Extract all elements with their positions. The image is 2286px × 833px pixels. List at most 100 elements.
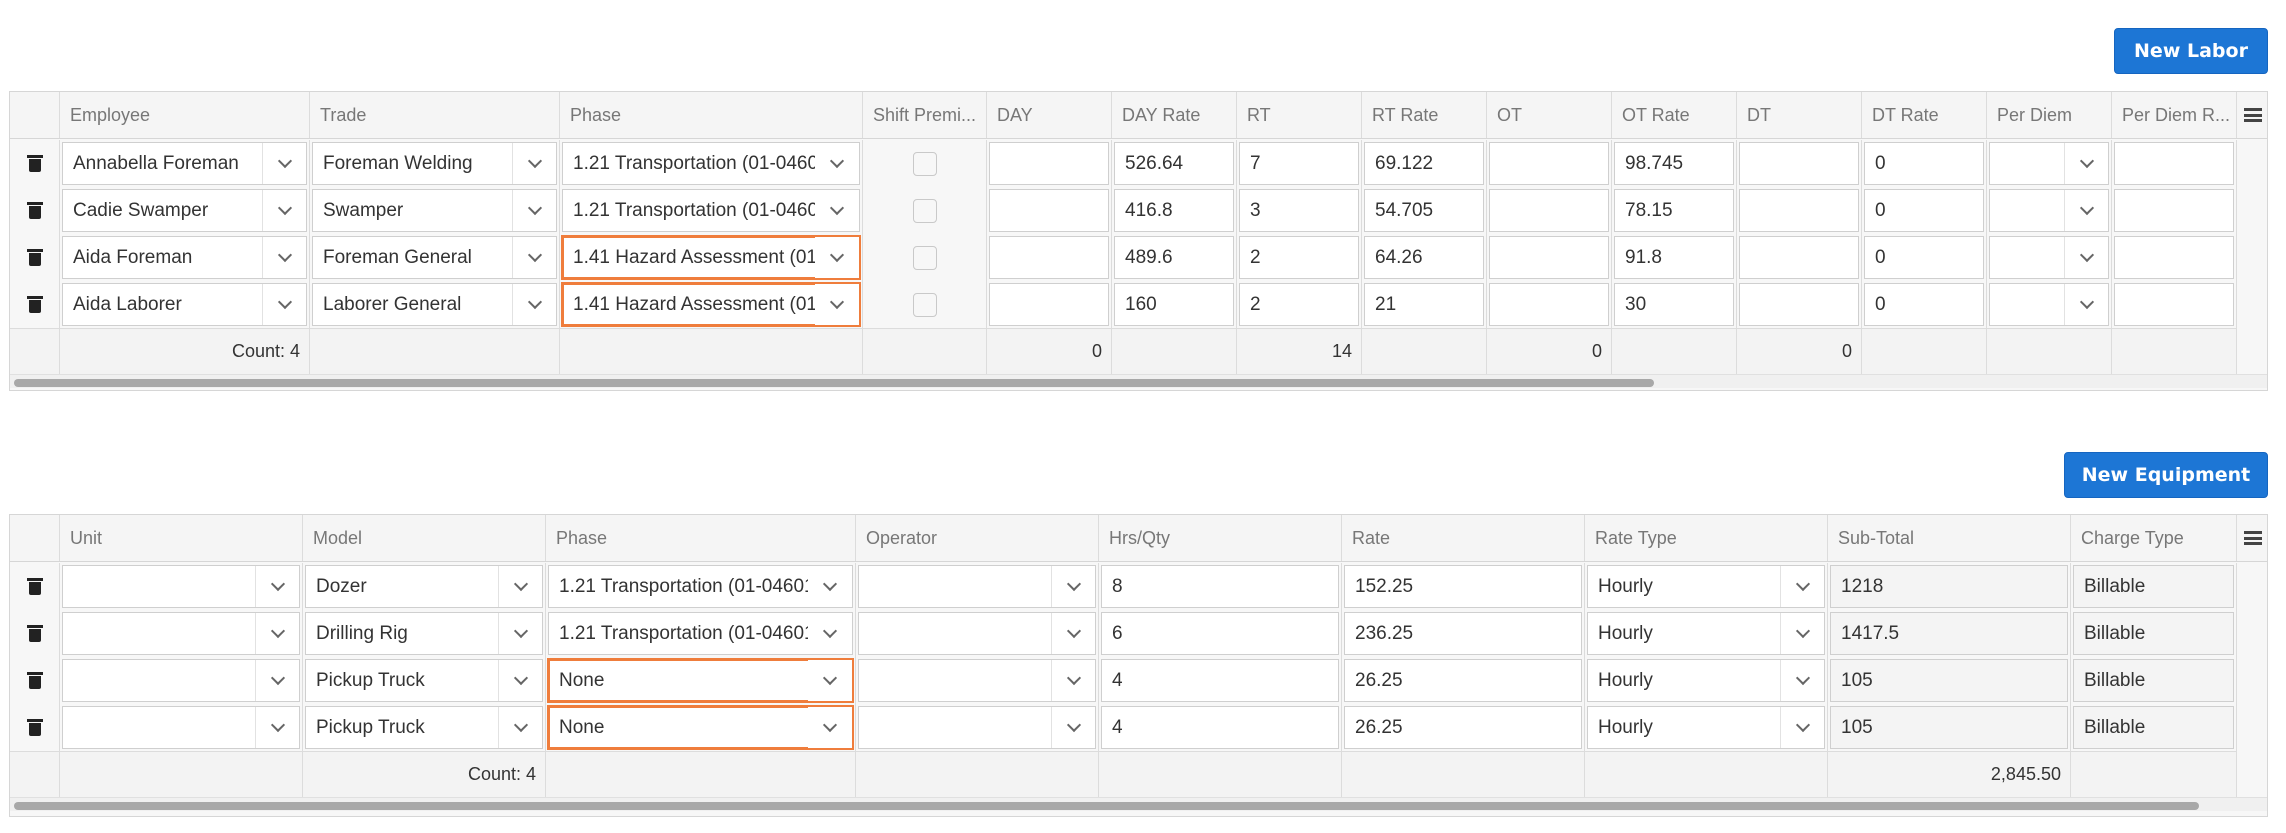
chevron-down-icon[interactable] — [1780, 707, 1824, 748]
column-header[interactable]: OT — [1487, 92, 1612, 138]
column-header[interactable]: Phase — [546, 515, 856, 561]
hrs-qty-input[interactable]: 4 — [1101, 659, 1339, 702]
chevron-down-icon[interactable] — [2064, 190, 2108, 231]
column-header[interactable]: Per Diem — [1987, 92, 2112, 138]
scrollbar-thumb[interactable] — [14, 802, 2199, 810]
column-header[interactable]: Operator — [856, 515, 1099, 561]
column-header[interactable]: Sub-Total — [1828, 515, 2071, 561]
phase-select[interactable]: 1.21 Transportation (01-04601- — [548, 612, 853, 655]
unit-select[interactable] — [62, 659, 300, 702]
trade-select[interactable]: Foreman Welding — [312, 142, 557, 185]
phase-select[interactable]: 1.21 Transportation (01-04601- — [562, 142, 860, 185]
day-rate-input[interactable]: 160 — [1114, 283, 1234, 326]
rt-input[interactable]: 7 — [1239, 142, 1359, 185]
per-diem-rate-input[interactable] — [2114, 283, 2234, 326]
dt-input[interactable] — [1739, 283, 1859, 326]
rt-input[interactable]: 2 — [1239, 283, 1359, 326]
model-select[interactable]: Dozer — [305, 565, 543, 608]
column-header[interactable]: Per Diem R... — [2112, 92, 2237, 138]
column-header[interactable]: Trade — [310, 92, 560, 138]
phase-select[interactable]: 1.41 Hazard Assessment (01- — [561, 282, 861, 327]
column-header[interactable]: Shift Premi... — [863, 92, 987, 138]
column-header[interactable]: DT Rate — [1862, 92, 1987, 138]
delete-row-button[interactable] — [10, 234, 60, 281]
chevron-down-icon[interactable] — [255, 707, 299, 748]
chevron-down-icon[interactable] — [262, 284, 306, 325]
horizontal-scrollbar[interactable] — [10, 374, 2267, 388]
per-diem-rate-input[interactable] — [2114, 236, 2234, 279]
chevron-down-icon[interactable] — [498, 660, 542, 701]
column-header[interactable]: OT Rate — [1612, 92, 1737, 138]
hrs-qty-input[interactable]: 8 — [1101, 565, 1339, 608]
chevron-down-icon[interactable] — [498, 566, 542, 607]
column-header[interactable]: Charge Type — [2071, 515, 2237, 561]
model-select[interactable]: Pickup Truck — [305, 706, 543, 749]
per-diem-rate-input[interactable] — [2114, 142, 2234, 185]
operator-select[interactable] — [858, 565, 1096, 608]
column-header[interactable]: RT — [1237, 92, 1362, 138]
delete-row-button[interactable] — [10, 610, 60, 657]
rate-input[interactable]: 26.25 — [1344, 659, 1582, 702]
unit-select[interactable] — [62, 565, 300, 608]
chevron-down-icon[interactable] — [512, 284, 556, 325]
unit-select[interactable] — [62, 706, 300, 749]
employee-select[interactable]: Cadie Swamper — [62, 189, 307, 232]
rate-type-select[interactable]: Hourly — [1587, 659, 1825, 702]
dt-rate-input[interactable]: 0 — [1864, 236, 1984, 279]
chevron-down-icon[interactable] — [815, 143, 859, 184]
column-header[interactable]: Rate Type — [1585, 515, 1828, 561]
column-header[interactable]: Hrs/Qty — [1099, 515, 1342, 561]
trade-select[interactable]: Laborer General — [312, 283, 557, 326]
shift-premium-checkbox[interactable] — [863, 140, 987, 187]
delete-row-button[interactable] — [10, 657, 60, 704]
day-input[interactable] — [989, 189, 1109, 232]
column-header[interactable] — [10, 92, 60, 138]
rt-rate-input[interactable]: 21 — [1364, 283, 1484, 326]
shift-premium-checkbox[interactable] — [863, 187, 987, 234]
per-diem-select[interactable] — [1989, 283, 2109, 326]
chevron-down-icon[interactable] — [512, 190, 556, 231]
dt-rate-input[interactable]: 0 — [1864, 189, 1984, 232]
hrs-qty-input[interactable]: 6 — [1101, 612, 1339, 655]
chevron-down-icon[interactable] — [808, 613, 852, 654]
phase-select[interactable]: None — [547, 658, 854, 703]
rt-rate-input[interactable]: 69.122 — [1364, 142, 1484, 185]
column-header[interactable]: RT Rate — [1362, 92, 1487, 138]
phase-select[interactable]: 1.41 Hazard Assessment (01- — [561, 235, 861, 280]
chevron-down-icon[interactable] — [498, 707, 542, 748]
rate-input[interactable]: 236.25 — [1344, 612, 1582, 655]
chevron-down-icon[interactable] — [1780, 613, 1824, 654]
column-header[interactable]: DAY — [987, 92, 1112, 138]
ot-rate-input[interactable]: 30 — [1614, 283, 1734, 326]
hrs-qty-input[interactable]: 4 — [1101, 706, 1339, 749]
dt-rate-input[interactable]: 0 — [1864, 142, 1984, 185]
ot-rate-input[interactable]: 98.745 — [1614, 142, 1734, 185]
delete-row-button[interactable] — [10, 187, 60, 234]
rt-input[interactable]: 3 — [1239, 189, 1359, 232]
operator-select[interactable] — [858, 706, 1096, 749]
trade-select[interactable]: Foreman General — [312, 236, 557, 279]
dt-input[interactable] — [1739, 189, 1859, 232]
ot-input[interactable] — [1489, 236, 1609, 279]
rt-rate-input[interactable]: 64.26 — [1364, 236, 1484, 279]
ot-rate-input[interactable]: 91.8 — [1614, 236, 1734, 279]
chevron-down-icon[interactable] — [255, 613, 299, 654]
chevron-down-icon[interactable] — [815, 237, 859, 278]
model-select[interactable]: Drilling Rig — [305, 612, 543, 655]
ot-rate-input[interactable]: 78.15 — [1614, 189, 1734, 232]
chevron-down-icon[interactable] — [815, 190, 859, 231]
chevron-down-icon[interactable] — [262, 143, 306, 184]
employee-select[interactable]: Aida Laborer — [62, 283, 307, 326]
checkbox[interactable] — [912, 198, 937, 223]
delete-row-button[interactable] — [10, 704, 60, 751]
phase-select[interactable]: 1.21 Transportation (01-04601- — [548, 565, 853, 608]
chevron-down-icon[interactable] — [2064, 284, 2108, 325]
unit-select[interactable] — [62, 612, 300, 655]
rate-input[interactable]: 26.25 — [1344, 706, 1582, 749]
chevron-down-icon[interactable] — [808, 707, 852, 748]
per-diem-rate-input[interactable] — [2114, 189, 2234, 232]
chevron-down-icon[interactable] — [262, 237, 306, 278]
ot-input[interactable] — [1489, 189, 1609, 232]
chevron-down-icon[interactable] — [512, 237, 556, 278]
rate-type-select[interactable]: Hourly — [1587, 565, 1825, 608]
